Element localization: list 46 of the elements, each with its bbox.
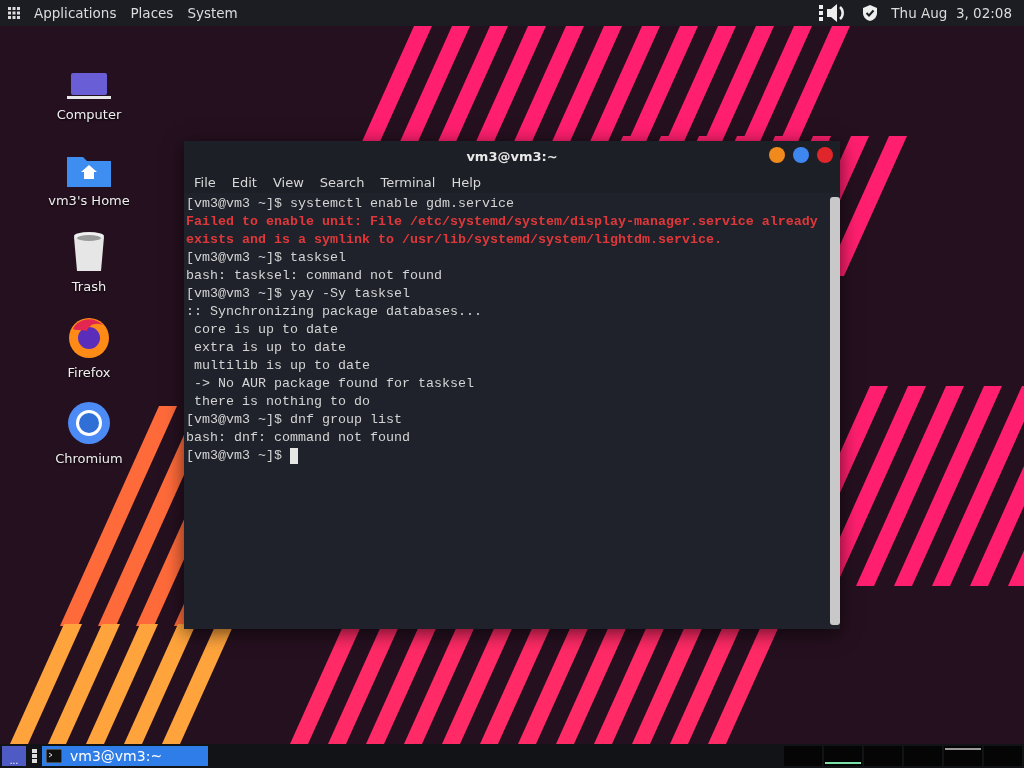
terminal-line: [vm3@vm3 ~]$ tasksel [186, 249, 346, 267]
globe-icon [67, 401, 111, 445]
terminal-line: there is nothing to do [193, 393, 370, 411]
desktop-icon-label[interactable]: Trash [71, 279, 107, 294]
terminal-line: [vm3@vm3 ~]$ dnf group list [186, 411, 402, 429]
desktop-icon-label[interactable]: Firefox [67, 365, 111, 380]
terminal-line: bash: tasksel: command not found [186, 267, 442, 285]
show-desktop-button[interactable]: ... [2, 746, 26, 766]
terminal-line: [vm3@vm3 ~]$ [186, 447, 283, 465]
terminal-line: extra is up to date [193, 339, 346, 357]
terminal-line: [vm3@vm3 ~]$ yay -Sy tasksel [186, 285, 410, 303]
drag-handle-icon[interactable] [31, 748, 39, 764]
menu-item[interactable]: Help [443, 174, 490, 190]
terminal-line: -> No AUR package found for tasksel [193, 375, 474, 393]
minimize-button[interactable] [769, 147, 785, 163]
menu-item[interactable]: Edit [223, 174, 265, 190]
top-menu-item[interactable]: System [187, 5, 238, 21]
app-grid-icon[interactable] [8, 7, 20, 19]
workspace-thumbnail[interactable] [944, 746, 982, 766]
terminal-line: bash: dnf: command not found [186, 429, 410, 447]
desktop-icon-label[interactable]: Chromium [55, 451, 123, 466]
terminal-line: [vm3@vm3 ~]$ systemctl enable gdm.service [186, 195, 514, 213]
terminal-line: multilib is up to date [193, 357, 370, 375]
desktop-icon-label[interactable]: Computer [56, 107, 122, 122]
shield-icon[interactable] [863, 5, 878, 21]
terminal-line: core is up to date [193, 321, 338, 339]
scrollbar-thumb[interactable] [830, 197, 840, 625]
error-line: Failed to enable unit: File /etc/systemd/system/display-manager.service already [186, 213, 818, 231]
menu-item[interactable]: File [186, 174, 224, 190]
top-menu-item[interactable]: Places [130, 5, 174, 21]
menu-item[interactable]: Search [311, 174, 373, 190]
clock[interactable]: Thu Aug 3, 02:08 [891, 5, 1012, 21]
error-line: exists and is a symlink to /usr/lib/systemd/system/lightdm.service. [186, 231, 722, 249]
maximize-button[interactable] [793, 147, 809, 163]
window-title: vm3@vm3:~ [466, 148, 558, 164]
taskbar-button[interactable]: vm3@vm3:~ [42, 746, 208, 766]
workspace-thumbnail[interactable] [824, 746, 862, 766]
menu-item[interactable]: View [264, 174, 312, 190]
top-menu-item[interactable]: Applications [34, 5, 117, 21]
terminal-icon [46, 749, 62, 763]
desktop-icon-label[interactable]: vm3's Home [48, 193, 130, 208]
laptop-icon [67, 71, 111, 101]
menu-item[interactable]: Terminal [372, 174, 444, 190]
close-button[interactable] [817, 147, 833, 163]
terminal-line: :: Synchronizing package databases... [186, 303, 482, 321]
fox-globe-icon [67, 315, 111, 359]
